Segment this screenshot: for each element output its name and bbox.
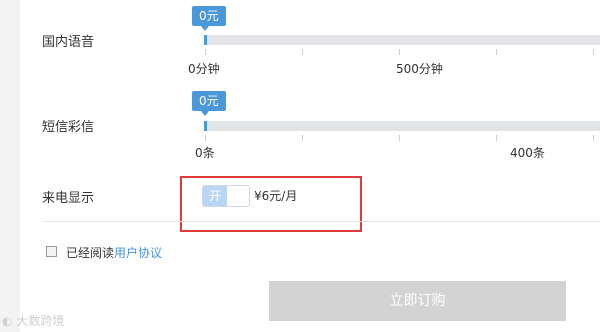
sms-value-badge: 0元 bbox=[192, 91, 226, 116]
user-agreement-link[interactable]: 用户协议 bbox=[114, 246, 162, 260]
sms-tick bbox=[205, 135, 206, 141]
left-panel-edge bbox=[0, 0, 20, 332]
voice-tick bbox=[593, 49, 594, 55]
sms-tick bbox=[399, 135, 400, 141]
voice-tick-label-500: 500分钟 bbox=[396, 62, 443, 76]
sms-tick bbox=[496, 135, 497, 141]
watermark-icon: ◐ bbox=[2, 314, 13, 328]
sms-slider-handle[interactable] bbox=[204, 121, 207, 131]
voice-label: 国内语音 bbox=[42, 35, 95, 50]
sms-tick-label-400: 400条 bbox=[510, 146, 545, 160]
caller-id-label: 来电显示 bbox=[42, 191, 95, 206]
highlight-box bbox=[180, 176, 362, 232]
agreement-checkbox[interactable] bbox=[46, 246, 57, 257]
watermark-text: 大数跨境 bbox=[16, 314, 65, 328]
voice-slider-track[interactable] bbox=[204, 35, 600, 45]
voice-tick bbox=[399, 49, 400, 55]
watermark-logo: ◐ 大数跨境 bbox=[2, 312, 64, 329]
sms-tick-label-min: 0条 bbox=[195, 146, 215, 160]
sms-tick bbox=[593, 135, 594, 141]
divider bbox=[42, 221, 600, 222]
sms-label: 短信彩信 bbox=[42, 120, 95, 135]
sms-tick bbox=[302, 135, 303, 141]
voice-value-badge: 0元 bbox=[192, 6, 226, 31]
sms-slider-track[interactable] bbox=[204, 121, 600, 131]
voice-slider-handle[interactable] bbox=[204, 35, 207, 45]
voice-tick bbox=[496, 49, 497, 55]
voice-tick bbox=[205, 49, 206, 55]
agreement-text: 已经阅读用户协议 bbox=[66, 244, 162, 261]
voice-tick-label-min: 0分钟 bbox=[188, 62, 220, 76]
agreement-prefix: 已经阅读 bbox=[66, 246, 115, 260]
voice-tick bbox=[302, 49, 303, 55]
order-now-button[interactable]: 立即订购 bbox=[269, 281, 566, 321]
